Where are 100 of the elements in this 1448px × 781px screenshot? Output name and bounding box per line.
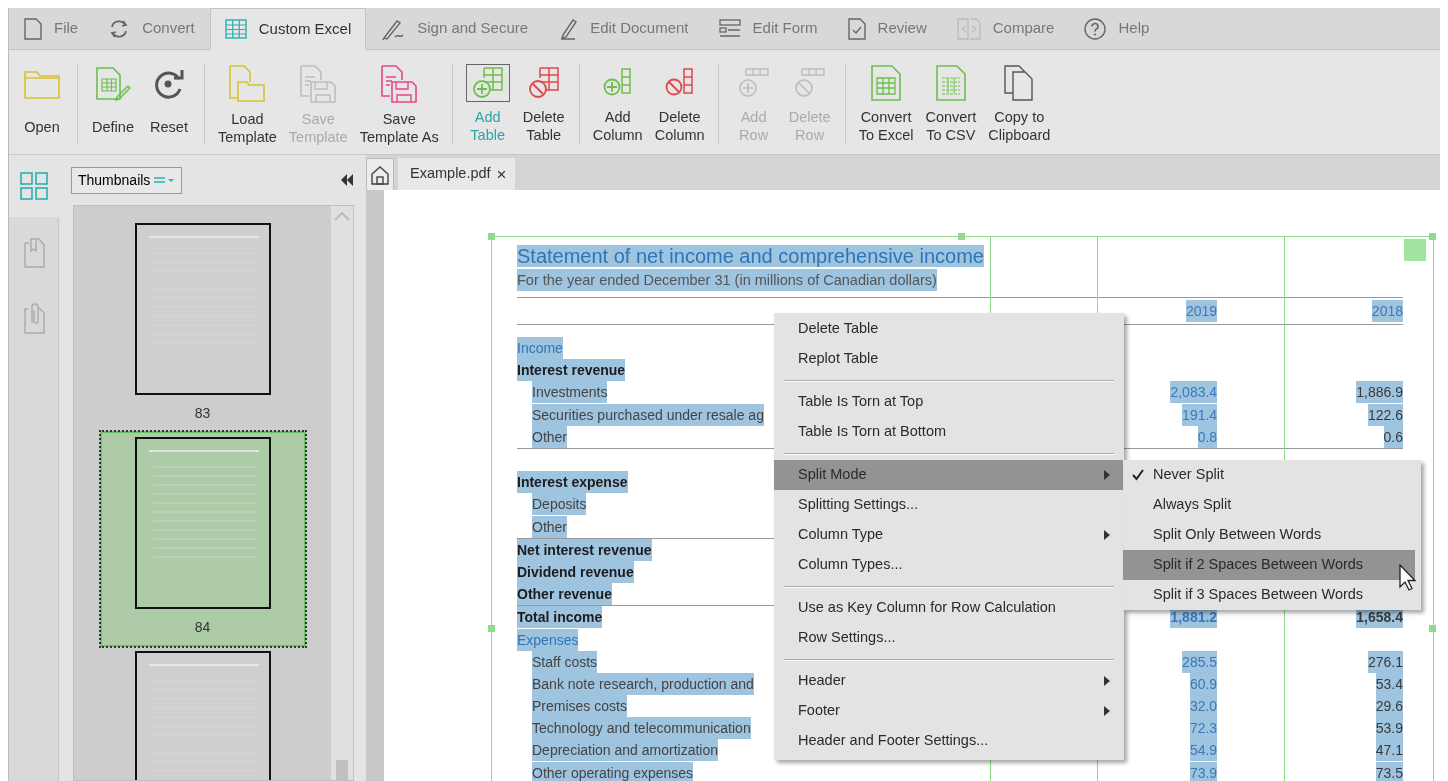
ribbon-button[interactable]: Convert To CSV: [922, 64, 980, 144]
table-marker[interactable]: [1404, 239, 1426, 261]
ribbon-button[interactable]: Open: [17, 64, 67, 144]
row-plus-icon: [738, 68, 769, 98]
menu-item[interactable]: Row Settings...: [774, 623, 1124, 653]
menu-item[interactable]: Replot Table: [774, 344, 1124, 374]
menu-item[interactable]: Header: [774, 666, 1124, 696]
circular-arrows-icon: [108, 18, 131, 39]
ribbon-button[interactable]: Delete Column: [651, 64, 708, 144]
row-label: Deposits: [532, 493, 587, 516]
scroll-up-icon[interactable]: [334, 212, 350, 221]
ribbon-button[interactable]: Copy to Clipboard: [985, 64, 1054, 144]
row-label: Other revenue: [517, 583, 612, 606]
menu-item[interactable]: Footer: [774, 696, 1124, 726]
help-icon: [1084, 17, 1107, 40]
row-forbidden-icon: [794, 68, 825, 98]
table-cell: 54.9: [1189, 739, 1218, 762]
menu-tab[interactable]: Custom Excel: [209, 8, 367, 50]
page-thumbnail[interactable]: [134, 223, 271, 395]
column-header: 2019: [1186, 300, 1218, 322]
document-subtitle: For the year ended December 31 (in millions of Canadian dollars): [517, 269, 937, 291]
menu-item[interactable]: Table Is Torn at Top: [774, 387, 1124, 417]
column-plus-icon: [602, 68, 633, 98]
copy-icon: [1004, 65, 1035, 101]
view-dropdown[interactable]: Thumbnails: [71, 166, 183, 194]
spreadsheet-icon: [871, 65, 902, 101]
table-cell: 2,083.4: [1170, 381, 1218, 404]
thumbnails-icon[interactable]: [19, 172, 48, 200]
row-label: Investments: [532, 381, 608, 404]
row-label: Interest revenue: [517, 359, 626, 382]
menu-item[interactable]: Header and Footer Settings...: [774, 726, 1124, 756]
table-cell: 191.4: [1182, 403, 1218, 426]
table-cell: 0.8: [1197, 425, 1218, 448]
table-cell: 53.4: [1375, 672, 1403, 695]
cursor-icon: [1399, 564, 1419, 591]
resize-handle[interactable]: [488, 233, 495, 240]
collapse-icon[interactable]: [340, 174, 354, 186]
resize-handle[interactable]: [1429, 233, 1436, 240]
column-header: 2018: [1371, 300, 1403, 322]
row-label: Staff costs: [532, 650, 598, 673]
document-floppy-icon: [380, 65, 419, 103]
circular-arrow-icon: [152, 68, 186, 99]
ribbon-button[interactable]: Load Template: [215, 64, 280, 144]
document-icon: [24, 17, 42, 40]
table-cell: 285.5: [1182, 650, 1218, 673]
menu-item[interactable]: Use as Key Column for Row Calculation: [774, 593, 1124, 623]
ribbon-button[interactable]: Save Template As: [356, 64, 442, 144]
resize-handle[interactable]: [488, 625, 495, 632]
row-label: Total income: [517, 606, 603, 629]
table-cell: 60.9: [1189, 672, 1218, 695]
row-label: Expenses: [517, 628, 579, 651]
bookmark-icon[interactable]: [22, 237, 45, 269]
document-folder-icon: [228, 65, 267, 103]
table-pencil-icon: [95, 66, 131, 101]
resize-handle[interactable]: [958, 233, 965, 240]
ribbon-button[interactable]: Convert To Excel: [855, 64, 917, 144]
menu-item[interactable]: Never Split: [1123, 460, 1415, 490]
compare-icon: [956, 17, 981, 40]
menu-item[interactable]: Split if 2 Spaces Between Words: [1123, 550, 1415, 580]
menu-item[interactable]: Column Type: [774, 520, 1124, 550]
row-label: Bank note research, production and: [532, 672, 754, 695]
list-caret-icon: [153, 175, 176, 185]
ribbon-button[interactable]: Delete Table: [518, 64, 569, 144]
table-forbidden-icon: [527, 67, 560, 99]
table-cell: 1,886.9: [1356, 381, 1403, 404]
table-cell: 53.9: [1375, 717, 1403, 740]
menu-item[interactable]: Split Mode: [774, 460, 1124, 490]
menu-item[interactable]: Column Types...: [774, 550, 1124, 580]
ribbon-button[interactable]: Reset: [144, 64, 194, 144]
row-label: Income: [517, 337, 563, 360]
menu-item[interactable]: Splitting Settings...: [774, 490, 1124, 520]
table-cell: 73.9: [1189, 761, 1218, 781]
ribbon-button[interactable]: Add Column: [589, 64, 646, 144]
page-thumbnail[interactable]: [134, 651, 271, 780]
selected-thumbnail[interactable]: 84: [99, 431, 306, 647]
ribbon-button[interactable]: Define: [88, 64, 138, 144]
table-cell: 73.5: [1375, 761, 1403, 781]
home-button[interactable]: [366, 158, 394, 190]
row-label: Technology and telecommunication: [532, 717, 751, 740]
document-tab[interactable]: Example.pdf: [410, 163, 491, 185]
menu-item[interactable]: Table Is Torn at Bottom: [774, 417, 1124, 447]
row-label: Other: [532, 425, 567, 448]
attachment-icon[interactable]: [22, 301, 45, 335]
menu-item[interactable]: Delete Table: [774, 314, 1124, 344]
table-cell: 0.6: [1383, 425, 1403, 448]
menu-item[interactable]: Split Only Between Words: [1123, 520, 1415, 550]
document-check-icon: [847, 17, 866, 40]
table-cell: 47.1: [1375, 739, 1403, 762]
table-plus-icon: [471, 67, 504, 99]
scrollbar[interactable]: [331, 206, 353, 780]
scrollbar-thumb[interactable]: [336, 760, 348, 780]
folder-icon: [24, 68, 60, 99]
menu-item[interactable]: Always Split: [1123, 490, 1415, 520]
close-button[interactable]: ×: [496, 165, 507, 183]
page-thumbnail[interactable]: [134, 437, 271, 609]
resize-handle[interactable]: [1429, 625, 1436, 632]
document-floppy-icon: [299, 65, 338, 103]
table-cell: 276.1: [1367, 650, 1403, 673]
pencil-document-icon: [558, 17, 579, 40]
home-icon: [370, 164, 390, 185]
